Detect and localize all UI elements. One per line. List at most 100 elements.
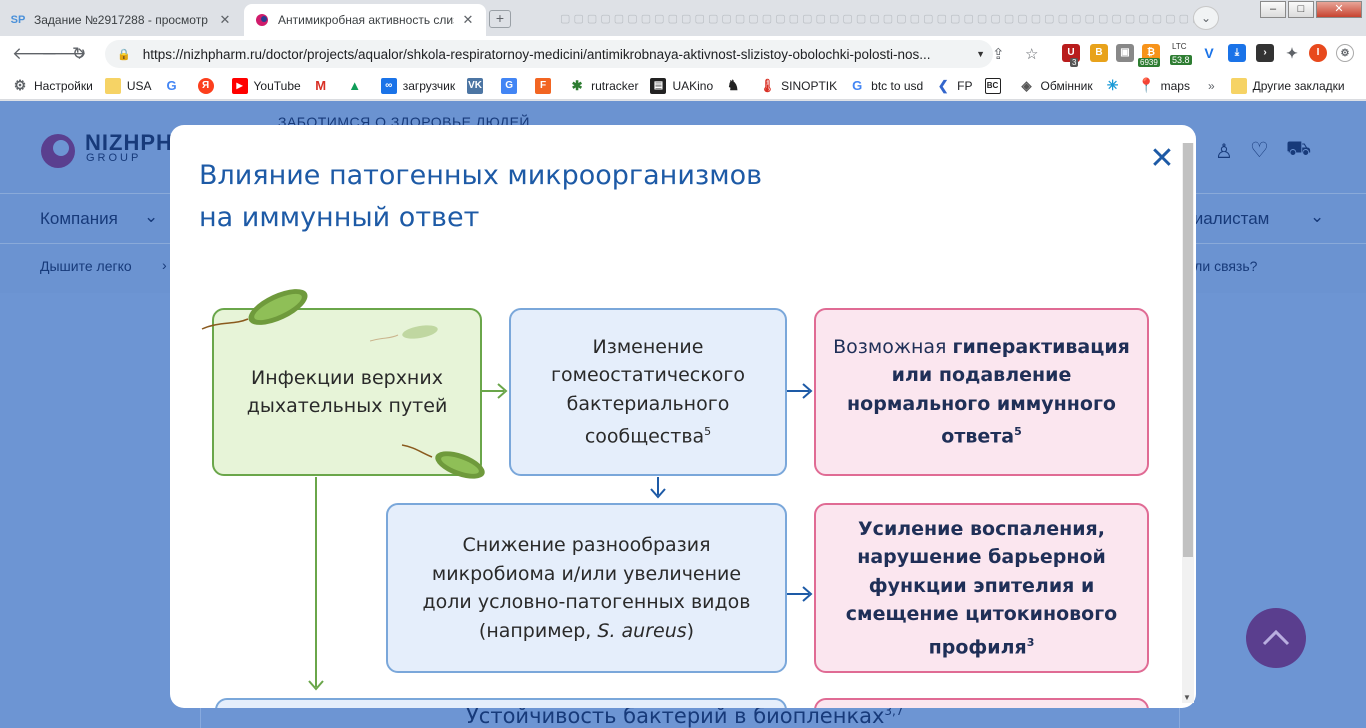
bookmark-rutracker[interactable]: ✱ rutracker	[569, 78, 639, 94]
bookmark-settings[interactable]: ⚙ Настройки	[12, 77, 93, 94]
inflammation-text: Усиление воспаления, нарушение барьерной…	[845, 517, 1118, 658]
bookmark-youtube[interactable]: ▶ YouTube	[231, 77, 301, 94]
thermometer-icon: 🌡	[758, 77, 776, 93]
bookmark-bc[interactable]: BC	[984, 77, 1007, 94]
other-bookmarks-folder[interactable]: Другие закладки	[1230, 77, 1345, 94]
logo-subtext: GROUP	[86, 152, 142, 164]
cart-icon[interactable]: ⛟	[1286, 138, 1311, 163]
f-icon: F	[535, 77, 552, 94]
bookmark-loader[interactable]: ∞ загрузчик	[380, 77, 455, 94]
chevron-down-icon[interactable]: ⌄	[144, 207, 158, 227]
ltc-label: LTC	[1172, 42, 1187, 51]
scroll-down-arrow-icon[interactable]: ▼	[1183, 693, 1191, 702]
heart-icon[interactable]: ♡	[1250, 138, 1269, 163]
bookmark-chess[interactable]: ♞	[725, 77, 747, 94]
chrome-menu-icon[interactable]: ⚙	[1336, 44, 1354, 62]
infographic-modal: Влияние патогенных микроорганизмов на им…	[170, 125, 1196, 708]
reload-icon[interactable]: ↻	[72, 44, 86, 64]
tab-task[interactable]: SP Задание №2917288 - просмотр за ✕	[0, 4, 243, 36]
nav-specialists[interactable]: циалистам	[1184, 209, 1269, 229]
extension-v-icon[interactable]: V	[1200, 44, 1218, 62]
extension-bear-icon[interactable]: B	[1090, 44, 1108, 62]
homeostasis-text: Изменение гомеостатического бактериально…	[551, 335, 745, 448]
bookmarks-overflow-button[interactable]: »	[1208, 79, 1215, 93]
lock-icon: 🔒	[117, 48, 131, 61]
bookmark-fp[interactable]: ❮ FP	[935, 77, 973, 94]
bookmark-star[interactable]: ✳	[1105, 77, 1127, 94]
scroll-to-top-button[interactable]	[1246, 608, 1306, 668]
tab-title: Антимикробная активность слизи	[278, 13, 454, 27]
maximize-button[interactable]: □	[1288, 1, 1314, 18]
profile-avatar[interactable]: I	[1309, 44, 1327, 62]
google-icon: G	[852, 78, 863, 93]
share-icon[interactable]: ⇪	[992, 45, 1005, 63]
bookmark-label: Другие закладки	[1252, 78, 1345, 93]
extensions-puzzle-icon[interactable]: ✦	[1283, 44, 1301, 62]
bookmark-btc-to-usd[interactable]: Gbtc to usd	[849, 78, 923, 94]
bookmark-drive[interactable]: ▲	[347, 78, 369, 94]
breadcrumb-item[interactable]: Дышите легко	[40, 258, 132, 274]
dropdown-caret-icon[interactable]: ▼	[976, 49, 985, 59]
tab-search-chevron-icon[interactable]: ⌄	[1193, 6, 1219, 30]
gmail-icon: M	[315, 78, 327, 93]
extension-badge: 3	[1070, 58, 1079, 67]
nav-company[interactable]: Компания	[40, 209, 118, 229]
bookmark-gmail[interactable]: M	[313, 78, 335, 94]
bookmark-f[interactable]: F	[535, 77, 557, 94]
bookmark-exchanger[interactable]: ◈ Обмінник	[1019, 78, 1093, 94]
bookmark-translate[interactable]: G	[501, 77, 523, 94]
sp-favicon-icon: SP	[10, 14, 26, 26]
bookmark-star-icon[interactable]: ☆	[1025, 45, 1038, 63]
bookmark-sinoptik[interactable]: 🌡 SINOPTIK	[759, 78, 837, 94]
background-tab-ghost: ▢ ▢ ▢ ▢ ▢ ▢ ▢ ▢ ▢ ▢ ▢ ▢ ▢ ▢ ▢ ▢ ▢ ▢ ▢ ▢ …	[560, 13, 1216, 25]
bookmark-label: UAKino	[672, 78, 714, 93]
bookmark-label: USA	[126, 78, 152, 93]
bookmark-label: SINOPTIK	[781, 78, 838, 93]
tab-active-article[interactable]: Антимикробная активность слизи ✕	[244, 4, 486, 36]
chevron-down-icon[interactable]: ⌄	[1310, 207, 1324, 227]
new-tab-button[interactable]: +	[489, 10, 511, 28]
download-icon[interactable]: ⤓	[1228, 44, 1246, 62]
url-text[interactable]: https://nizhpharm.ru/doctor/projects/aqu…	[143, 47, 968, 62]
immune-response-box: Возможная гиперактивация или подавление …	[814, 308, 1149, 476]
infection-text: Инфекции верхних дыхательных путей	[246, 366, 448, 418]
modal-scrollbar-thumb[interactable]	[1183, 143, 1193, 557]
bookmarks-bar: ⚙ Настройки USA G Я ▶ YouTube M ▲ ∞ загрузч…	[0, 72, 1366, 100]
tab-title: Задание №2917288 - просмотр за	[34, 13, 211, 27]
close-window-button[interactable]: ✕	[1316, 1, 1362, 18]
btc-price-badge: 6939	[1138, 58, 1160, 67]
drive-icon: ▲	[348, 78, 362, 93]
bookmark-yandex[interactable]: Я	[197, 77, 220, 94]
bookmark-label: YouTube	[253, 78, 301, 93]
uakino-icon: ▤	[650, 77, 667, 94]
exchange-icon: ◈	[1021, 77, 1032, 93]
yandex-icon: Я	[197, 77, 214, 94]
folder-icon	[104, 77, 121, 94]
microbiome-diversity-box: Снижение разнообразия микробиома и/или у…	[386, 503, 787, 673]
extension-briefcase-icon[interactable]: ▣	[1116, 44, 1134, 62]
user-icon[interactable]: ♙	[1215, 139, 1233, 164]
microbiome-diversity-text: Снижение разнообразия микробиома и/или у…	[422, 534, 751, 642]
star-icon: ✳	[1106, 77, 1119, 93]
bookmark-google[interactable]: G	[164, 78, 186, 94]
fp-icon: ❮	[937, 77, 949, 93]
breadcrumb-separator-icon: ›	[162, 257, 167, 273]
next-row-box	[215, 698, 787, 708]
minimize-button[interactable]: –	[1260, 1, 1286, 18]
nizhpharm-logo-icon[interactable]	[41, 134, 75, 168]
bookmark-uakino[interactable]: ▤ UAKino	[650, 77, 714, 94]
nizhpharm-favicon-icon	[254, 12, 270, 28]
translate-icon: G	[501, 77, 518, 94]
immune-response-text: Возможная гиперактивация или подавление …	[833, 335, 1130, 448]
bc-icon: BC	[984, 77, 1001, 94]
tab-close-icon[interactable]: ✕	[217, 12, 233, 28]
address-bar[interactable]: 🔒 https://nizhpharm.ru/doctor/projects/a…	[105, 40, 993, 68]
bookmark-usa[interactable]: USA	[104, 77, 152, 94]
bookmark-maps[interactable]: 📍 maps	[1138, 77, 1190, 94]
folder-icon	[1230, 77, 1247, 94]
bookmark-vk[interactable]: VK	[467, 77, 489, 94]
ltc-price-badge: 53.8	[1170, 55, 1192, 65]
inflammation-box: Усиление воспаления, нарушение барьерной…	[814, 503, 1149, 673]
extension-dark-icon[interactable]: ›	[1256, 44, 1274, 62]
tab-close-icon[interactable]: ✕	[460, 12, 476, 28]
